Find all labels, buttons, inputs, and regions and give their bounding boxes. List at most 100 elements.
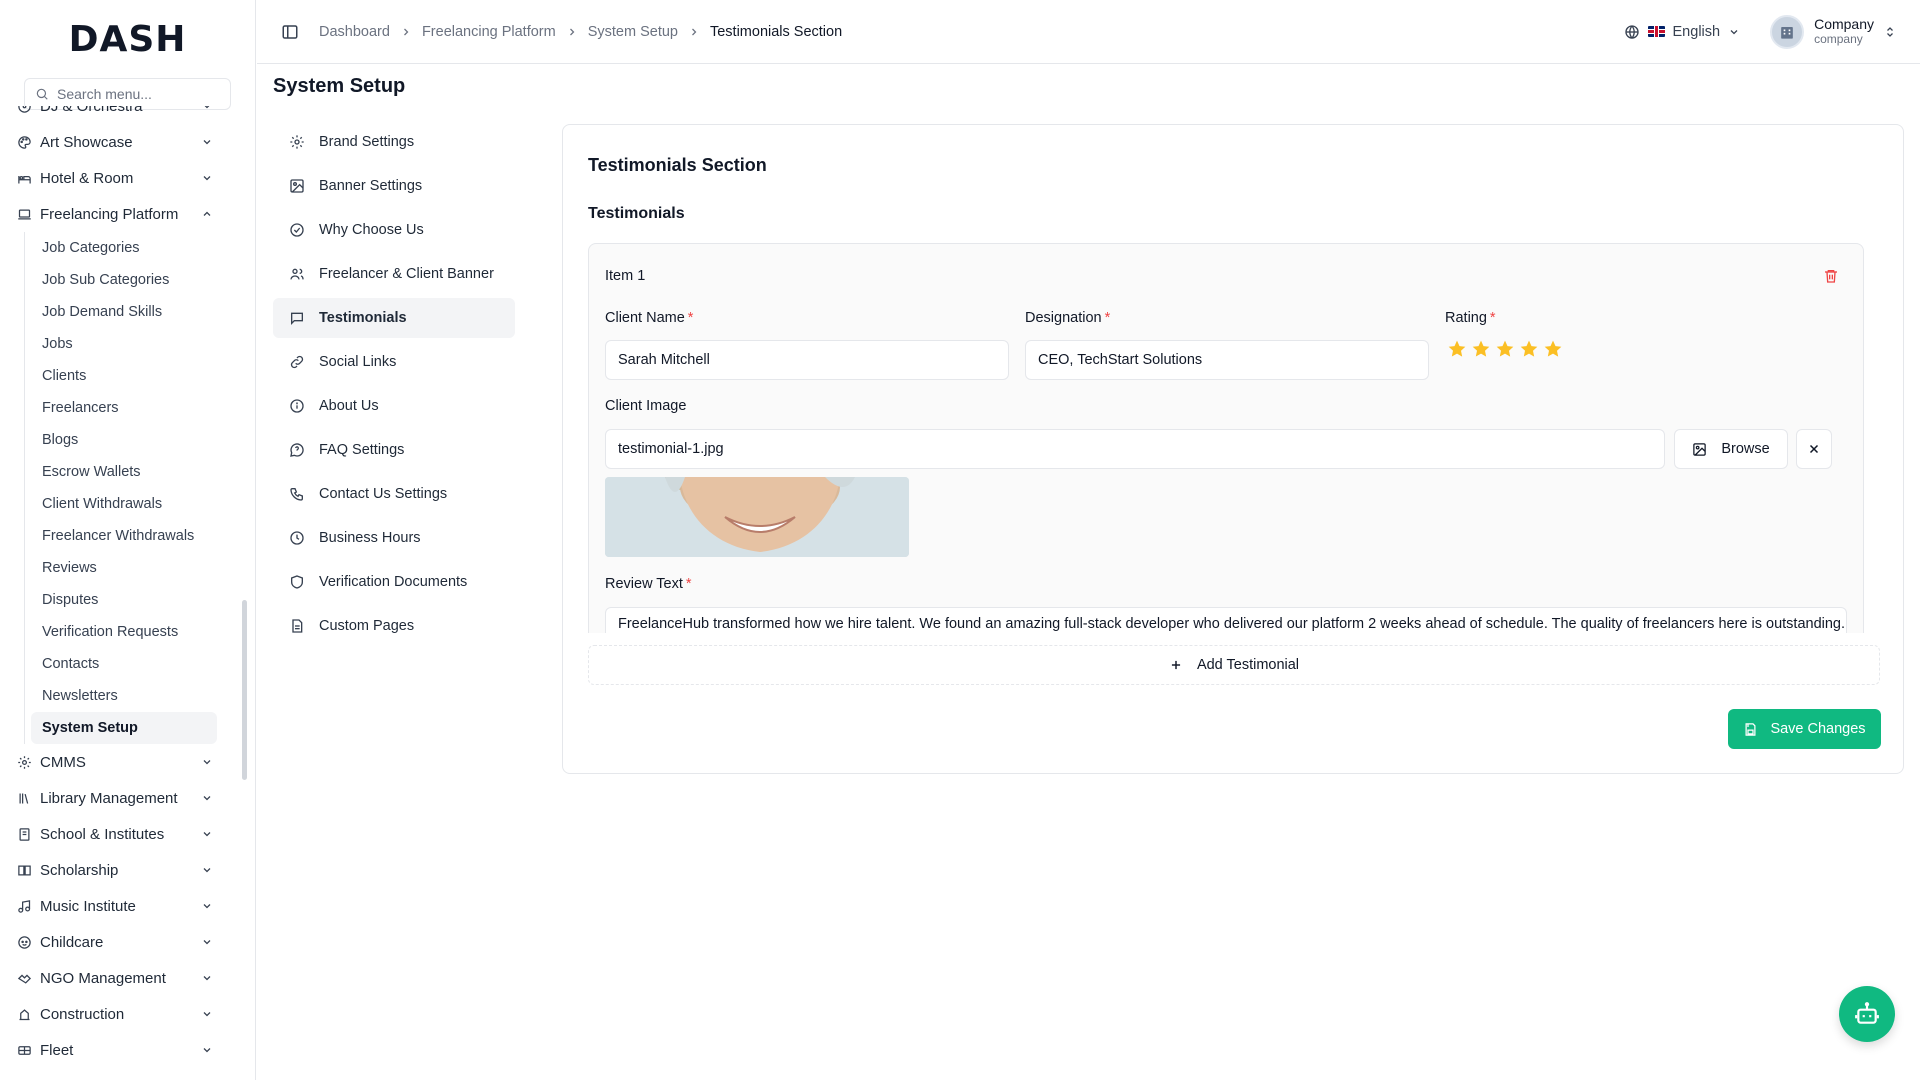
sidebar-item-scholarship[interactable]: Scholarship: [0, 852, 241, 888]
sidebar: DASH Search menu... DJ & Orchestra Art S…: [0, 0, 256, 1080]
settings-item-brand[interactable]: Brand Settings: [273, 122, 515, 162]
user-name: Company: [1814, 16, 1874, 33]
logo[interactable]: DASH: [0, 0, 255, 78]
library-icon: [16, 790, 32, 806]
settings-item-label: Freelancer & Client Banner: [319, 266, 494, 282]
review-text-label-text: Review Text: [605, 576, 683, 592]
sidebar-item-music-institute[interactable]: Music Institute: [0, 888, 241, 924]
shield-icon: [291, 575, 303, 589]
breadcrumb-freelancing-platform[interactable]: Freelancing Platform: [422, 24, 556, 40]
user-menu[interactable]: Company company: [1770, 14, 1896, 49]
sidebar-subitem-job-categories[interactable]: Job Categories: [25, 232, 233, 264]
settings-item-verification-documents[interactable]: Verification Documents: [273, 562, 515, 602]
sidebar-item-label: DJ & Orchestra: [40, 106, 143, 115]
search-icon: [35, 87, 49, 101]
settings-item-testimonials[interactable]: Testimonials: [273, 298, 515, 338]
settings-item-social-links[interactable]: Social Links: [273, 342, 515, 382]
sidebar-subitem-contacts[interactable]: Contacts: [25, 648, 233, 680]
settings-item-faq[interactable]: FAQ Settings: [273, 430, 515, 470]
sidebar-item-label: Hotel & Room: [40, 169, 134, 187]
chevron-right-icon: [569, 28, 575, 35]
sidebar-item-hotel-room[interactable]: Hotel & Room: [0, 160, 241, 196]
clock-icon: [290, 531, 304, 545]
sidebar-toggle-icon[interactable]: [281, 23, 299, 41]
section-title: Testimonials: [588, 205, 685, 222]
sidebar-item-label: NGO Management: [40, 969, 166, 987]
logo-text: DASH: [68, 18, 187, 60]
language-label: English: [1672, 23, 1721, 40]
star-icon[interactable]: [1471, 339, 1491, 359]
sidebar-item-fleet[interactable]: Fleet: [0, 1032, 241, 1068]
add-testimonial-button[interactable]: Add Testimonial: [588, 645, 1880, 685]
sidebar-item-library-management[interactable]: Library Management: [0, 780, 241, 816]
review-text-label: Review Text *: [605, 576, 692, 592]
settings-item-label: About Us: [319, 398, 379, 414]
music-icon: [16, 898, 32, 914]
chevron-down-icon: [1730, 29, 1738, 34]
breadcrumb-system-setup[interactable]: System Setup: [588, 24, 678, 40]
language-selector[interactable]: English: [1624, 24, 1741, 40]
gear-icon: [290, 135, 304, 149]
sidebar-item-school-institutes[interactable]: School & Institutes: [0, 816, 241, 852]
image-icon: [290, 179, 304, 193]
chatbot-button[interactable]: [1839, 986, 1895, 1042]
star-icon[interactable]: [1543, 339, 1563, 359]
sidebar-subitem-system-setup[interactable]: System Setup: [31, 712, 217, 744]
chevron-right-icon: [403, 28, 409, 35]
sidebar-item-label: Art Showcase: [40, 133, 133, 151]
star-icon[interactable]: [1519, 339, 1539, 359]
browse-label: Browse: [1721, 441, 1770, 457]
settings-item-label: Contact Us Settings: [319, 486, 448, 502]
settings-item-why-choose-us[interactable]: Why Choose Us: [273, 210, 515, 250]
search-input[interactable]: Search menu...: [57, 86, 152, 102]
chevron-down-icon: [203, 176, 211, 181]
rating-stars[interactable]: [1447, 339, 1563, 359]
sidebar-item-construction[interactable]: Construction: [0, 996, 241, 1032]
chevron-down-icon: [203, 1048, 211, 1053]
sidebar-subitem-clients[interactable]: Clients: [25, 360, 233, 392]
required-mark: *: [1489, 310, 1496, 326]
star-icon[interactable]: [1447, 339, 1467, 359]
sidebar-item-label: Freelancing Platform: [40, 205, 179, 223]
review-text-input[interactable]: FreelanceHub transformed how we hire tal…: [605, 607, 1847, 633]
settings-item-freelancer-client-banner[interactable]: Freelancer & Client Banner: [273, 254, 515, 294]
sidebar-item-childcare[interactable]: Childcare: [0, 924, 241, 960]
settings-item-business-hours[interactable]: Business Hours: [273, 518, 515, 558]
sidebar-item-dj-orchestra[interactable]: DJ & Orchestra: [0, 106, 241, 124]
settings-item-contact-us[interactable]: Contact Us Settings: [273, 474, 515, 514]
sidebar-subitem-client-withdrawals[interactable]: Client Withdrawals: [25, 488, 233, 520]
browse-button[interactable]: Browse: [1674, 429, 1788, 469]
sidebar-subitem-job-sub-categories[interactable]: Job Sub Categories: [25, 264, 233, 296]
settings-item-banner[interactable]: Banner Settings: [273, 166, 515, 206]
sidebar-subitem-verification-requests[interactable]: Verification Requests: [25, 616, 233, 648]
sidebar-item-cmms[interactable]: CMMS: [0, 744, 241, 780]
breadcrumb-current: Testimonials Section: [709, 23, 843, 40]
chevron-right-icon: [692, 28, 697, 35]
client-name-input[interactable]: Sarah Mitchell: [605, 340, 1009, 380]
breadcrumb-dashboard[interactable]: Dashboard: [319, 24, 390, 40]
sidebar-item-art-showcase[interactable]: Art Showcase: [0, 124, 241, 160]
designation-input[interactable]: CEO, TechStart Solutions: [1025, 340, 1429, 380]
clear-image-button[interactable]: [1796, 429, 1832, 469]
sidebar-subitem-disputes[interactable]: Disputes: [25, 584, 233, 616]
sidebar-item-ngo-management[interactable]: NGO Management: [0, 960, 241, 996]
sidebar-subitem-escrow-wallets[interactable]: Escrow Wallets: [25, 456, 233, 488]
sidebar-scrollbar[interactable]: [242, 600, 247, 780]
sidebar-subitem-jobs[interactable]: Jobs: [25, 328, 233, 360]
star-icon[interactable]: [1495, 339, 1515, 359]
sidebar-subitem-blogs[interactable]: Blogs: [25, 424, 233, 456]
sidebar-subitem-newsletters[interactable]: Newsletters: [25, 680, 233, 712]
designation-label-text: Designation: [1025, 310, 1102, 326]
chevron-down-icon: [203, 868, 211, 873]
sidebar-item-freelancing-platform[interactable]: Freelancing Platform: [0, 196, 241, 232]
settings-item-about-us[interactable]: About Us: [273, 386, 515, 426]
client-image-input[interactable]: testimonial-1.jpg: [605, 429, 1665, 469]
sidebar-subitem-job-demand-skills[interactable]: Job Demand Skills: [25, 296, 233, 328]
trash-icon[interactable]: [1823, 268, 1839, 284]
sidebar-subitem-freelancers[interactable]: Freelancers: [25, 392, 233, 424]
sidebar-subitem-freelancer-withdrawals[interactable]: Freelancer Withdrawals: [25, 520, 233, 552]
sidebar-subitem-reviews[interactable]: Reviews: [25, 552, 233, 584]
save-changes-button[interactable]: Save Changes: [1728, 709, 1881, 749]
settings-item-custom-pages[interactable]: Custom Pages: [273, 606, 515, 646]
help-circle-icon: [290, 443, 304, 457]
